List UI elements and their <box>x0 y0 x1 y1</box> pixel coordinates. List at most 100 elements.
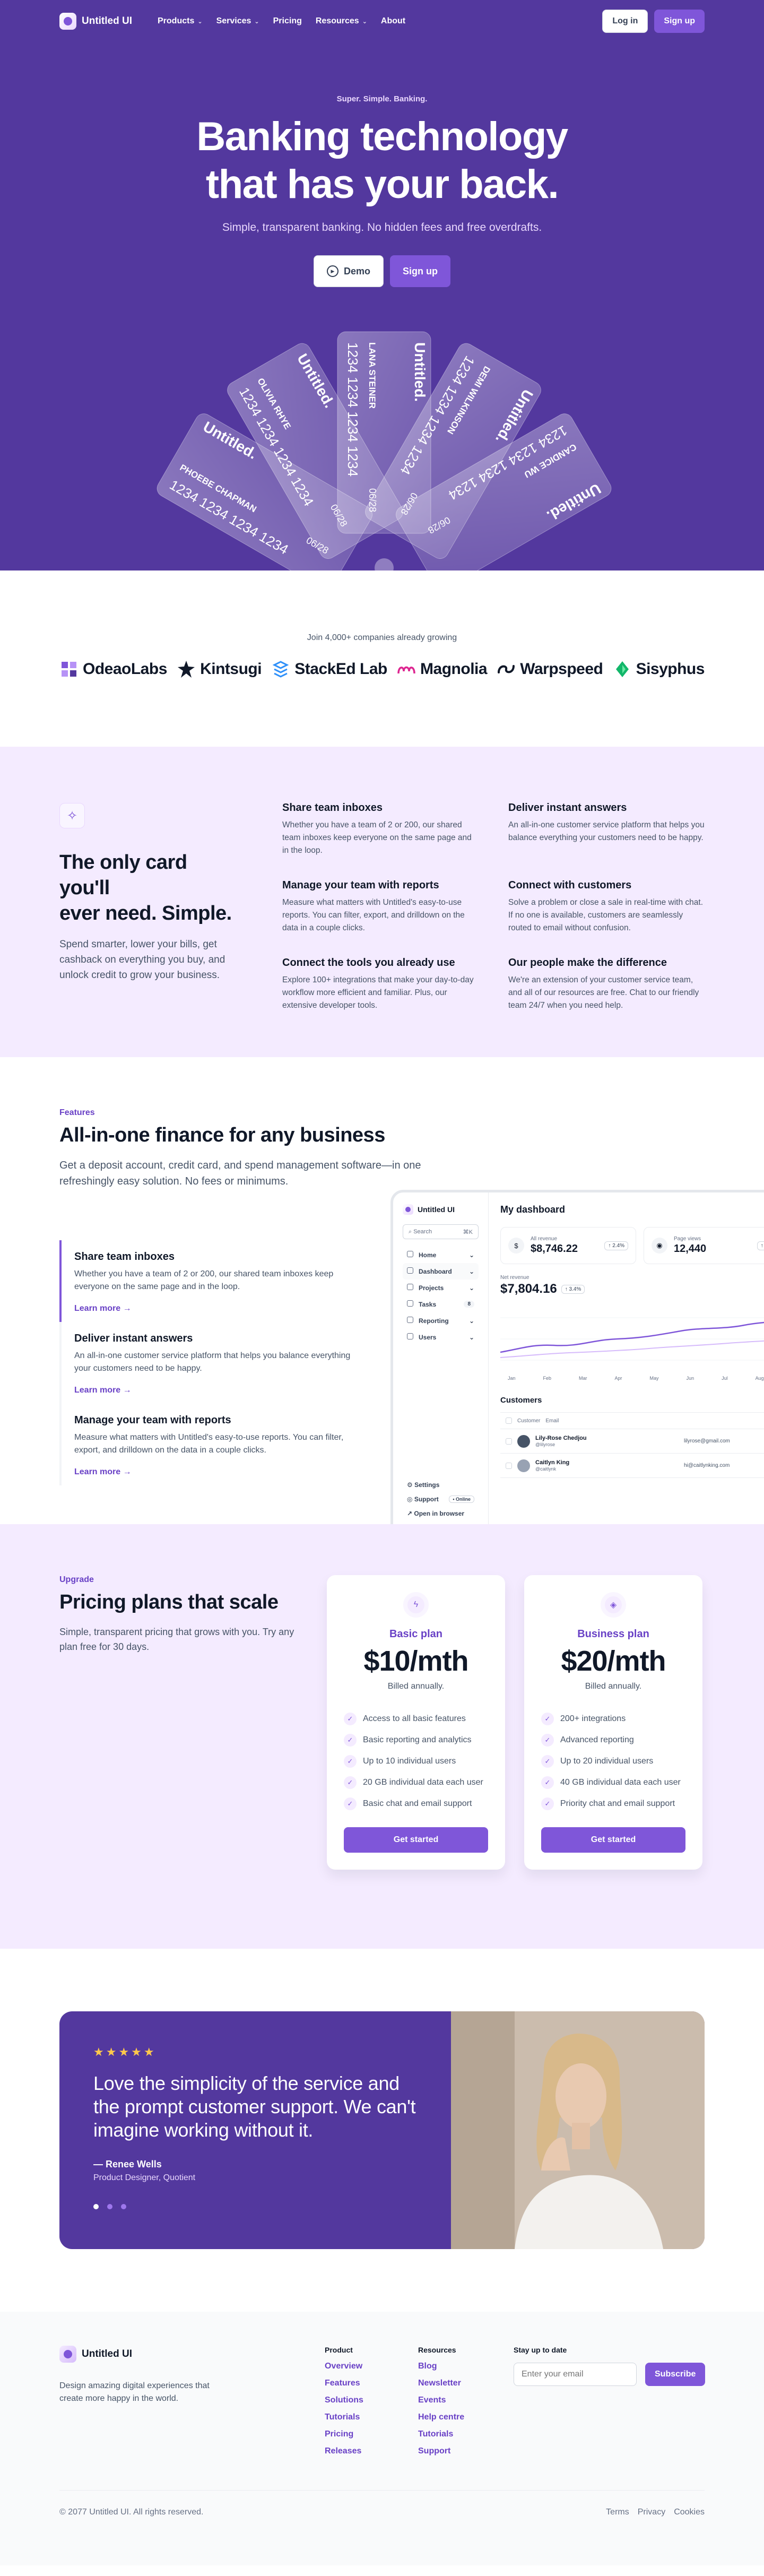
checkbox[interactable] <box>506 1417 512 1424</box>
nav-products[interactable]: Products ⌄ <box>158 16 203 26</box>
copyright: © 2077 Untitled UI. All rights reserved. <box>59 2508 204 2517</box>
nav-pricing[interactable]: Pricing <box>273 16 302 26</box>
subscribe-button[interactable]: Subscribe <box>645 2363 706 2386</box>
footer-link[interactable]: Newsletter <box>418 2379 511 2388</box>
series-line-secondary <box>500 1340 764 1358</box>
customer-handle: @lilyrose <box>535 1441 555 1447</box>
online-badge: • Online <box>449 1495 474 1503</box>
mock-nav-dashboard[interactable]: Dashboard ⌄ <box>403 1263 479 1280</box>
brand[interactable]: Untitled UI <box>59 13 132 30</box>
finance-tab-answers[interactable]: Deliver instant answers An all-in-one cu… <box>59 1322 357 1404</box>
customer-email: lilyrose@gmail.com <box>684 1438 730 1444</box>
footer-link[interactable]: Overview <box>325 2362 418 2371</box>
table-row[interactable]: Lily-Rose Chedjou @lilyrose lilyrose@gmail… <box>500 1429 764 1454</box>
footer-link[interactable]: Blog <box>418 2362 511 2371</box>
mock-nav-support[interactable]: ◎ Support • Online <box>403 1492 479 1506</box>
carousel-dot[interactable] <box>93 2204 99 2209</box>
footer: Untitled UI Design amazing digital exper… <box>0 2312 764 2565</box>
check-icon: ✓ <box>541 1734 554 1747</box>
checkbox[interactable] <box>506 1462 512 1469</box>
footer-col-title: Resources <box>418 2346 456 2354</box>
email-input[interactable] <box>514 2363 637 2386</box>
nav-about[interactable]: About <box>381 16 405 26</box>
learn-more-link[interactable]: Learn more → <box>74 1467 357 1477</box>
finance-tab-reports[interactable]: Manage your team with reports Measure wh… <box>59 1404 357 1485</box>
mock-brand: Untitled UI <box>403 1204 479 1215</box>
footer-link[interactable]: Releases <box>325 2447 418 2456</box>
finance-tab-inboxes[interactable]: Share team inboxes Whether you have a te… <box>59 1240 357 1322</box>
brand-name: Untitled UI <box>82 15 132 27</box>
carousel-dot[interactable] <box>107 2204 112 2209</box>
footer-link[interactable]: Tutorials <box>418 2430 511 2439</box>
mock-nav-projects[interactable]: Projects ⌄ <box>403 1280 479 1296</box>
learn-more-label: Learn more <box>74 1304 121 1313</box>
net-revenue-change: ↑ 3.4% <box>561 1284 585 1294</box>
login-button[interactable]: Log in <box>602 10 648 33</box>
mock-nav-label: Support <box>414 1495 439 1503</box>
footer-col-resources: Resources Blog Newsletter Events Help ce… <box>418 2346 511 2456</box>
mock-nav-label: Projects <box>419 1284 444 1292</box>
chevron-down-icon: ⌄ <box>468 1251 474 1259</box>
terms-link[interactable]: Terms <box>606 2508 629 2517</box>
footer-link[interactable]: Features <box>325 2379 418 2388</box>
footer-link[interactable]: Support <box>418 2447 511 2456</box>
logo-warpspeed-text: Warpspeed <box>520 660 603 678</box>
hero-title: Banking technology that has your back. <box>0 113 764 209</box>
check-icon: ✓ <box>541 1797 554 1810</box>
footer-logo[interactable]: Untitled UI <box>59 2346 325 2363</box>
chevron-down-icon: ⌄ <box>362 18 367 25</box>
tab-text: Measure what matters with Untitled's eas… <box>74 1433 344 1455</box>
signup-button[interactable]: Sign up <box>654 10 705 33</box>
mock-search-input[interactable]: ⌕ Search ⌘K <box>403 1224 479 1239</box>
learn-more-link[interactable]: Learn more → <box>74 1304 357 1313</box>
nav-products-label: Products <box>158 16 195 25</box>
logo-sisyphus-text: Sisyphus <box>636 660 705 678</box>
footer-col-title: Product <box>325 2346 353 2354</box>
carousel-dot[interactable] <box>121 2204 126 2209</box>
plan-feature: ✓ Basic reporting and analytics <box>344 1734 488 1747</box>
get-started-button[interactable]: Get started <box>541 1827 685 1853</box>
learn-more-link[interactable]: Learn more → <box>74 1386 357 1395</box>
star-rating: ★★★★★ <box>93 2045 157 2059</box>
fan-pivot <box>375 558 394 570</box>
card-features-grid: Share team inboxes Whether you have a tea… <box>282 800 705 1010</box>
plan-name: Business plan <box>577 1628 649 1640</box>
nav-about-label: About <box>380 16 406 25</box>
home-icon <box>407 1251 413 1257</box>
footer-col-product: Product Overview Features Solutions Tuto… <box>325 2346 418 2456</box>
x-tick: Aug <box>755 1376 764 1381</box>
feature-text: We're an extension of your customer serv… <box>508 975 699 1010</box>
mock-nav-settings[interactable]: ⚙ Settings <box>403 1477 479 1492</box>
footer-link[interactable]: Solutions <box>325 2396 418 2405</box>
hero-signup-button[interactable]: Sign up <box>390 255 450 287</box>
get-started-button[interactable]: Get started <box>344 1827 488 1853</box>
plan-feature-text: Priority chat and email support <box>560 1799 675 1808</box>
checkbox[interactable] <box>506 1438 512 1445</box>
layers-icon: ◈ <box>601 1592 626 1618</box>
mock-nav: Home ⌄ Dashboard ⌄ Projects ⌄ Tasks 8 Report… <box>403 1247 479 1345</box>
privacy-link[interactable]: Privacy <box>638 2508 665 2517</box>
mock-nav-home[interactable]: Home ⌄ <box>403 1247 479 1263</box>
avatar <box>517 1434 530 1448</box>
mock-nav-users[interactable]: Users ⌄ <box>403 1329 479 1345</box>
nav-services[interactable]: Services ⌄ <box>216 16 259 26</box>
mock-nav-reporting[interactable]: Reporting ⌄ <box>403 1312 479 1329</box>
footer-link[interactable]: Help centre <box>418 2413 511 2422</box>
footer-link[interactable]: Pricing <box>325 2430 418 2439</box>
footer-link[interactable]: Events <box>418 2396 511 2405</box>
warpspeed-logo-icon <box>498 665 515 673</box>
demo-button[interactable]: ▶ Demo <box>313 255 384 287</box>
plan-feature: ✓ 20 GB individual data each user <box>344 1776 488 1789</box>
check-icon: ✓ <box>541 1755 554 1768</box>
footer-link[interactable]: Tutorials <box>325 2413 418 2422</box>
x-tick: Feb <box>543 1376 552 1381</box>
nav-resources[interactable]: Resources ⌄ <box>316 16 367 26</box>
mock-nav-tasks[interactable]: Tasks 8 <box>403 1296 479 1312</box>
cookies-link[interactable]: Cookies <box>674 2508 705 2517</box>
table-row[interactable]: Caitlyn King @caitlynk hi@caitlynking.com <box>500 1454 764 1478</box>
chevron-down-icon: ⌄ <box>254 18 259 25</box>
customer-name: Lily-Rose Chedjou <box>535 1434 587 1441</box>
mock-nav-label: Open in browser <box>414 1509 465 1517</box>
mock-nav-open-browser[interactable]: ↗ Open in browser <box>403 1506 479 1520</box>
mock-nav-label: Dashboard <box>419 1268 452 1275</box>
